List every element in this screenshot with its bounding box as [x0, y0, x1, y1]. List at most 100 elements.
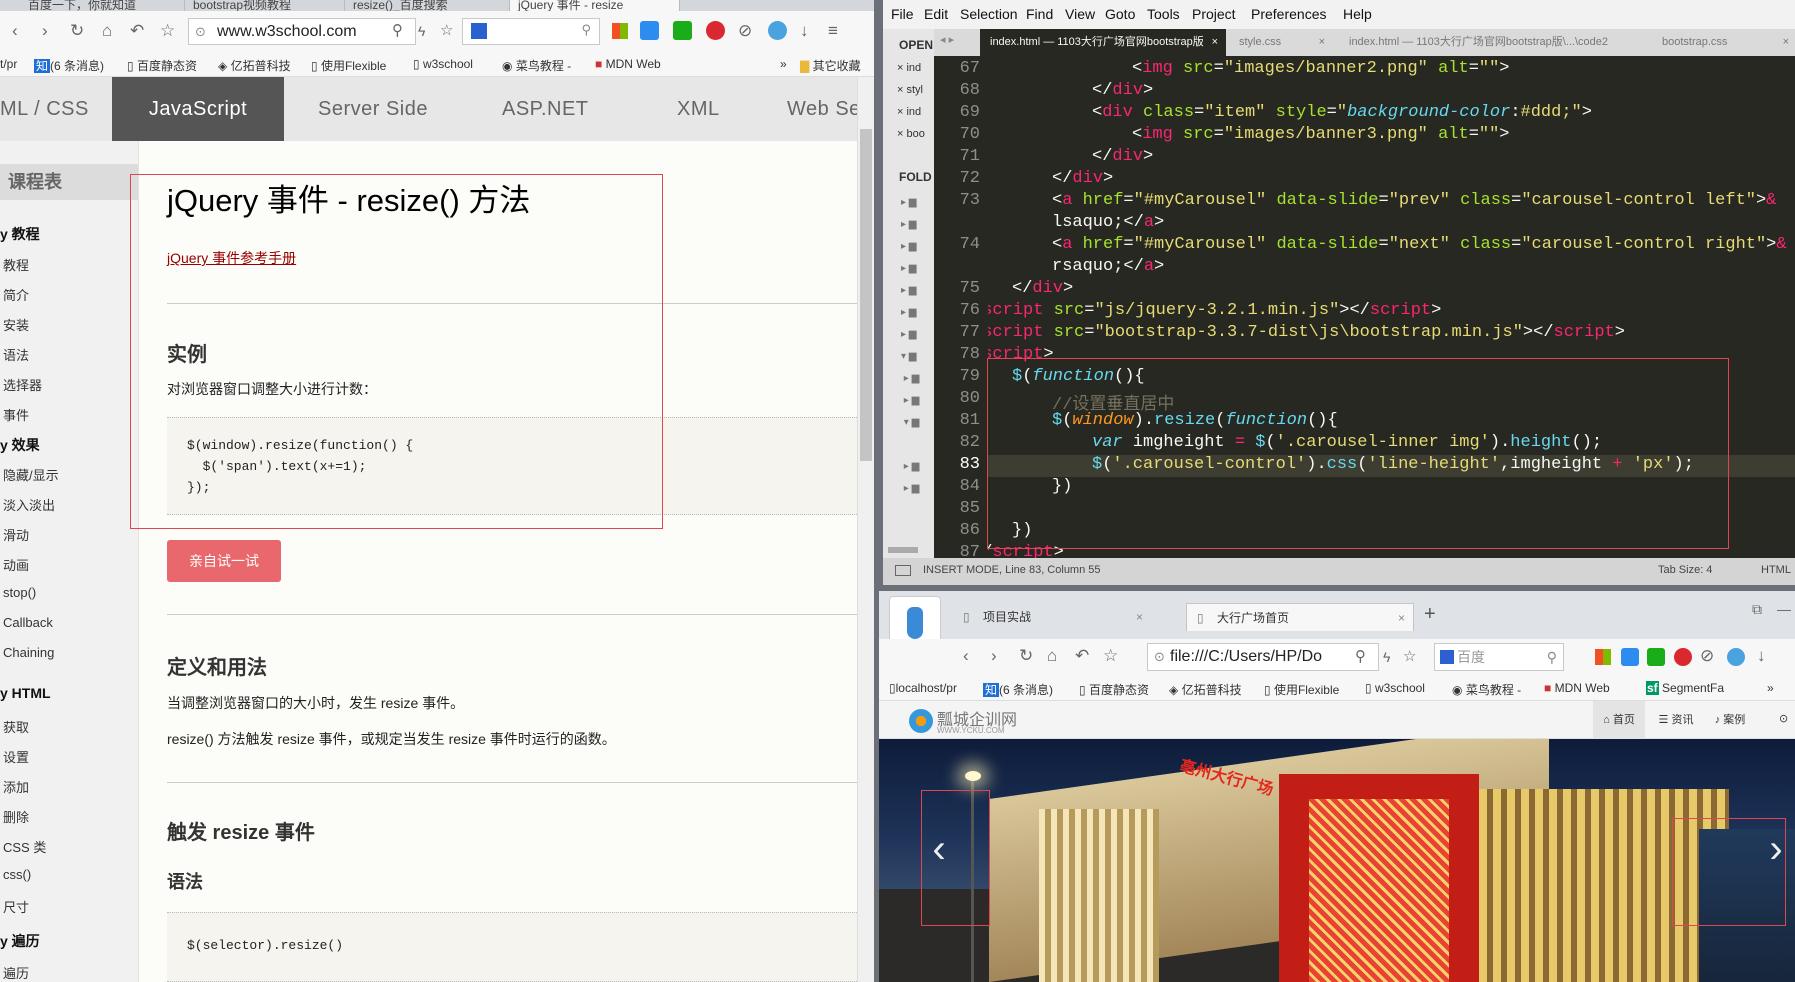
editor-tab[interactable]: bootstrap.css ×: [1652, 29, 1793, 56]
undo-icon[interactable]: ↶: [1075, 646, 1089, 666]
topnav-item[interactable]: ASP.NET: [502, 77, 589, 141]
editor-tab[interactable]: index.html — 1103大行广场官网bootstrap版\...\co…: [1339, 29, 1619, 56]
sidebar-link[interactable]: 隐藏/显示: [3, 465, 59, 484]
menu-project[interactable]: Project: [1192, 6, 1236, 22]
sidebar-link[interactable]: 删除: [3, 807, 29, 826]
sidebar-link[interactable]: 安装: [3, 315, 29, 334]
tab-size-selector[interactable]: Tab Size: 4: [1658, 564, 1712, 576]
bookmark[interactable]: 知 (6 条消息): [983, 681, 1053, 698]
try-it-button[interactable]: 亲自试一试: [167, 540, 281, 582]
carousel-next-button[interactable]: ›: [1756, 829, 1795, 869]
editor-tab-active[interactable]: index.html — 1103大行广场官网bootstrap版 ×: [980, 29, 1226, 56]
bookmark[interactable]: ▯ 使用Flexible: [1264, 681, 1339, 698]
close-icon[interactable]: ×: [1398, 604, 1405, 632]
open-file[interactable]: × boo: [897, 128, 925, 140]
restore-icon[interactable]: ⧉: [1752, 601, 1762, 618]
ad-block-icon[interactable]: ⊘: [738, 21, 752, 41]
star-icon[interactable]: ☆: [160, 21, 175, 41]
bookmark[interactable]: sf SegmentFa: [1646, 681, 1724, 695]
back-icon[interactable]: ‹: [963, 646, 969, 666]
menu-preferences[interactable]: Preferences: [1251, 6, 1326, 22]
bookmark[interactable]: ◉ 菜鸟教程 -: [1452, 681, 1521, 698]
extension-icon[interactable]: [1727, 648, 1745, 666]
topnav-item-active[interactable]: JavaScript: [112, 77, 284, 141]
download-icon[interactable]: ↓: [800, 21, 809, 41]
page-scrollbar[interactable]: [857, 77, 874, 982]
lightning-icon[interactable]: ϟ: [1383, 647, 1390, 667]
new-tab-icon[interactable]: +: [1424, 603, 1436, 626]
reload-icon[interactable]: ↻: [1019, 646, 1033, 666]
forward-icon[interactable]: ›: [991, 646, 997, 666]
editor-tab[interactable]: style.css ×: [1229, 29, 1333, 56]
sidebar-link[interactable]: 遍历: [3, 963, 29, 982]
topnav-item[interactable]: XML: [677, 77, 720, 141]
close-icon[interactable]: ×: [1212, 29, 1218, 56]
sidebar-link[interactable]: 事件: [3, 405, 29, 424]
chevron-right-icon[interactable]: »: [1767, 681, 1774, 695]
menu-edit[interactable]: Edit: [924, 6, 948, 22]
browser-tab[interactable]: 百度一下，你就知道: [20, 0, 185, 11]
tab-nav-arrows-icon[interactable]: ◂ ▸: [940, 33, 954, 46]
favorite-icon[interactable]: ☆: [440, 21, 453, 41]
bookmark[interactable]: ▯ 百度静态资: [127, 57, 197, 74]
reload-icon[interactable]: ↻: [70, 21, 84, 41]
open-file[interactable]: × ind: [897, 62, 921, 74]
site-nav-news[interactable]: ☰ 资讯: [1651, 701, 1701, 739]
bookmark[interactable]: ▯localhost/pr: [889, 681, 957, 695]
menu-find[interactable]: Find: [1026, 6, 1053, 22]
close-icon[interactable]: ×: [1136, 603, 1143, 631]
browser-tab-active[interactable]: ▯ 大行广场首页 ×: [1186, 603, 1414, 631]
folder-tree[interactable]: ▸ ▆ ▸ ▆ ▸ ▆ ▸ ▆ ▸ ▆ ▸ ▆ ▸ ▆ ▾ ▆ ▸ ▆ ▸ ▆ ▾ ▆ ▸ ▆…: [901, 192, 919, 500]
menu-file[interactable]: File: [891, 6, 914, 22]
close-icon[interactable]: ×: [1783, 29, 1789, 56]
download-icon[interactable]: ↓: [1757, 646, 1766, 666]
chevron-right-icon[interactable]: »: [780, 57, 787, 71]
star-icon[interactable]: ☆: [1103, 646, 1118, 666]
bookmark[interactable]: ▯ 使用Flexible: [311, 57, 386, 74]
search-box[interactable]: ⚲: [462, 18, 600, 45]
ad-block-icon[interactable]: ⊘: [1700, 646, 1714, 666]
address-bar[interactable]: ⊙ file:///C:/Users/HP/Do: [1147, 643, 1379, 671]
bookmark[interactable]: ◈ 亿拓普科技: [1169, 681, 1242, 698]
sidebar-link[interactable]: 动画: [3, 555, 29, 574]
bookmark[interactable]: ▯ w3school: [1365, 681, 1425, 695]
translate-icon[interactable]: [640, 21, 659, 40]
open-file[interactable]: × ind: [897, 106, 921, 118]
bookmark-folder[interactable]: ▇ 其它收藏: [800, 57, 861, 74]
bookmark[interactable]: ■ MDN Web: [1544, 681, 1610, 695]
carousel-prev-button[interactable]: ‹: [919, 829, 959, 869]
menu-help[interactable]: Help: [1343, 6, 1372, 22]
menu-goto[interactable]: Goto: [1105, 6, 1135, 22]
forward-icon[interactable]: ›: [42, 21, 48, 41]
windows-icon[interactable]: [612, 23, 628, 39]
opera-icon[interactable]: [1674, 648, 1692, 666]
sidebar-link[interactable]: 淡入淡出: [3, 495, 55, 514]
search-box[interactable]: 百度 ⚲: [1434, 643, 1564, 671]
lightning-icon[interactable]: ϟ: [418, 21, 425, 41]
site-nav-home[interactable]: ⌂ 首页: [1593, 701, 1645, 739]
sidebar-link[interactable]: css(): [3, 867, 31, 882]
menu-tools[interactable]: Tools: [1147, 6, 1180, 22]
sidebar-link[interactable]: 设置: [3, 747, 29, 766]
bookmark[interactable]: ◉ 菜鸟教程 -: [502, 57, 571, 74]
code-editor-area[interactable]: <img src="images/banner2.png" alt=""> </…: [988, 56, 1795, 558]
opera-icon[interactable]: [706, 21, 725, 40]
browser-tab[interactable]: ▯ 项目实战 ×: [953, 603, 1151, 631]
topnav-item[interactable]: Web Se: [787, 77, 861, 141]
info-icon[interactable]: ⊙: [1779, 712, 1788, 725]
browser-tab-active[interactable]: jQuery 事件 - resize: [510, 0, 680, 11]
translate-icon[interactable]: [1621, 648, 1639, 666]
sidebar-link[interactable]: Chaining: [3, 645, 54, 660]
close-icon[interactable]: ×: [1319, 29, 1325, 56]
minimize-icon[interactable]: —: [1777, 601, 1791, 617]
bookmark[interactable]: t/pr: [0, 57, 17, 71]
sidebar-link[interactable]: 尺寸: [3, 897, 29, 916]
sidebar-link[interactable]: stop(): [3, 585, 36, 600]
topnav-item[interactable]: Server Side: [318, 77, 428, 141]
topnav-item[interactable]: ML / CSS: [0, 77, 112, 141]
panel-toggle-icon[interactable]: [895, 565, 911, 576]
open-file[interactable]: × styl: [897, 84, 923, 96]
sidebar-scrollbar[interactable]: [888, 547, 918, 553]
sidebar-link[interactable]: 添加: [3, 777, 29, 796]
sidebar-link[interactable]: 教程: [3, 255, 29, 274]
